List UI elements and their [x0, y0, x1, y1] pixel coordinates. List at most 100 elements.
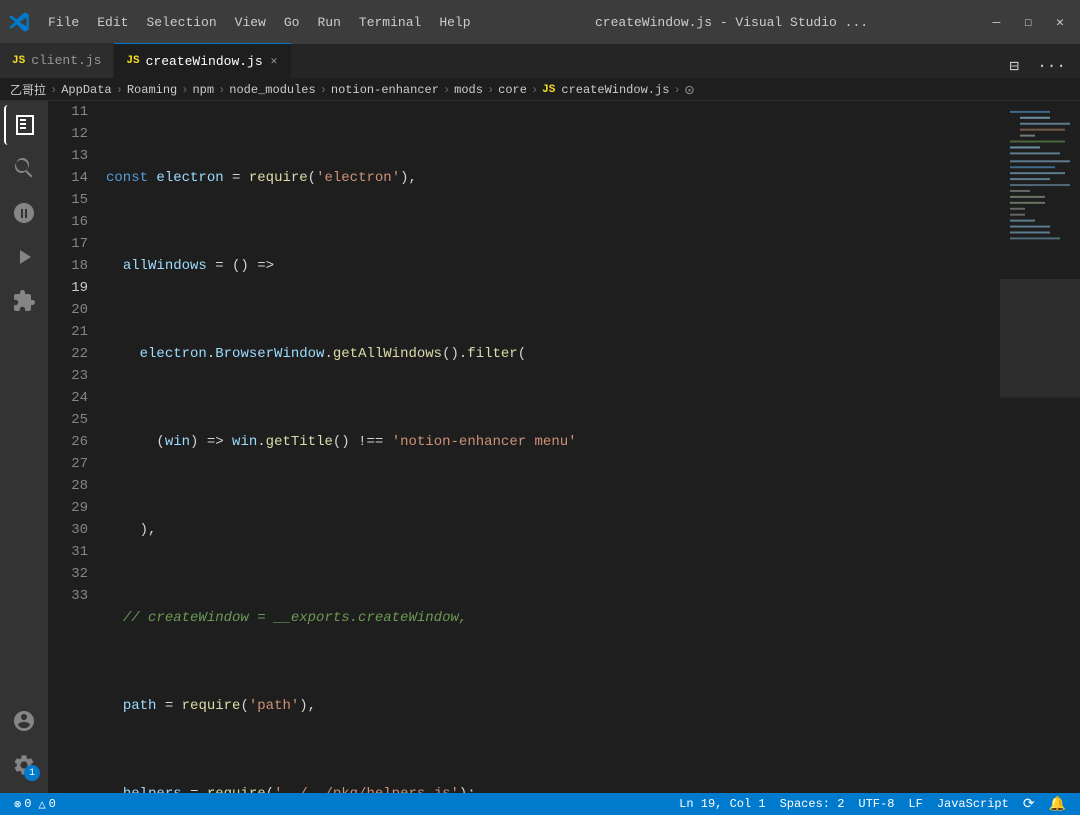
breadcrumb-sep-1: ›: [50, 83, 57, 97]
breadcrumb-sep-5: ›: [320, 83, 327, 97]
line-num-24: 24: [48, 387, 88, 409]
status-bar: ⊗ 0 △ 0 Ln 19, Col 1 Spaces: 2 UTF-8 LF …: [0, 793, 1080, 815]
activity-source-control[interactable]: [4, 193, 44, 233]
code-line-18: helpers = require('../../pkg/helpers.js'…: [106, 783, 1000, 793]
warning-triangle-icon: △: [38, 797, 45, 812]
main-content: 1 11 12 13 14 15 16 17 18 19 20 21: [0, 101, 1080, 793]
breadcrumb-end-icon: ⊙: [685, 80, 695, 100]
tab-close-button[interactable]: ✕: [269, 53, 280, 69]
tab-actions: ⊟ ···: [1004, 54, 1080, 78]
split-editor-button[interactable]: ⊟: [1004, 54, 1026, 78]
breadcrumb-filename[interactable]: createWindow.js: [561, 83, 669, 97]
activity-explorer[interactable]: [4, 105, 44, 145]
line-num-25: 25: [48, 409, 88, 431]
status-bell-icon[interactable]: 🔔: [1043, 796, 1072, 813]
status-encoding[interactable]: UTF-8: [852, 797, 900, 811]
code-line-14: (win) => win.getTitle() !== 'notion-enha…: [106, 431, 1000, 453]
error-circle-icon: ⊗: [14, 797, 21, 812]
breadcrumb-root[interactable]: 乙哥拉: [10, 81, 46, 98]
status-errors[interactable]: ⊗ 0 △ 0: [8, 797, 62, 812]
breadcrumb-node-modules[interactable]: node_modules: [229, 83, 315, 97]
code-line-12: allWindows = () =>: [106, 255, 1000, 277]
menu-view[interactable]: View: [227, 11, 274, 34]
source-control-icon: [12, 201, 36, 225]
code-line-17: path = require('path'),: [106, 695, 1000, 717]
line-num-33: 33: [48, 585, 88, 607]
line-num-14: 14: [48, 167, 88, 189]
settings-badge: 1: [24, 765, 40, 781]
tab-client-label: client.js: [31, 53, 101, 68]
tab-bar: JS client.js JS createWindow.js ✕ ⊟ ···: [0, 44, 1080, 79]
breadcrumb-core[interactable]: core: [498, 83, 527, 97]
breadcrumb-js-icon: JS: [542, 84, 555, 96]
code-line-16: // createWindow = __exports.createWindow…: [106, 607, 1000, 629]
status-spaces[interactable]: Spaces: 2: [774, 797, 851, 811]
line-num-28: 28: [48, 475, 88, 497]
menu-selection[interactable]: Selection: [138, 11, 224, 34]
tab-createwindow-js[interactable]: JS createWindow.js ✕: [114, 43, 292, 78]
breadcrumb-mods[interactable]: mods: [454, 83, 483, 97]
code-line-15: ),: [106, 519, 1000, 541]
line-num-26: 26: [48, 431, 88, 453]
code-scroll[interactable]: 11 12 13 14 15 16 17 18 19 20 21 22 23 2…: [48, 101, 1000, 793]
warning-count: 0: [49, 797, 56, 811]
breadcrumb-sep-9: ›: [673, 83, 680, 97]
status-line-ending[interactable]: LF: [902, 797, 928, 811]
code-line-13: electron.BrowserWindow.getAllWindows().f…: [106, 343, 1000, 365]
line-num-18: 18: [48, 255, 88, 277]
line-numbers: 11 12 13 14 15 16 17 18 19 20 21 22 23 2…: [48, 101, 98, 793]
breadcrumb-npm[interactable]: npm: [192, 83, 214, 97]
breadcrumb-sep-8: ›: [531, 83, 538, 97]
breadcrumb-sep-3: ›: [181, 83, 188, 97]
line-num-19: 19: [48, 277, 88, 299]
line-num-31: 31: [48, 541, 88, 563]
activity-extensions[interactable]: [4, 281, 44, 321]
code-editor[interactable]: const electron = require('electron'), al…: [98, 101, 1000, 793]
minimize-button[interactable]: —: [985, 11, 1009, 34]
minimap: [1000, 101, 1080, 793]
menu-edit[interactable]: Edit: [89, 11, 136, 34]
run-debug-icon: [12, 245, 36, 269]
menu-file[interactable]: File: [40, 11, 87, 34]
minimap-canvas: [1000, 101, 1080, 793]
tab-client-js[interactable]: JS client.js: [0, 43, 114, 78]
menu-go[interactable]: Go: [276, 11, 308, 34]
more-actions-button[interactable]: ···: [1031, 55, 1072, 77]
menu-run[interactable]: Run: [309, 11, 348, 34]
activity-run-debug[interactable]: [4, 237, 44, 277]
breadcrumb: 乙哥拉 › AppData › Roaming › npm › node_mod…: [0, 79, 1080, 101]
activity-bar: 1: [0, 101, 48, 793]
breadcrumb-notion-enhancer[interactable]: notion-enhancer: [331, 83, 439, 97]
line-num-21: 21: [48, 321, 88, 343]
line-num-15: 15: [48, 189, 88, 211]
status-sync-icon[interactable]: ⟳: [1017, 796, 1041, 813]
close-button[interactable]: ✕: [1048, 11, 1072, 34]
js-icon: JS: [12, 55, 25, 67]
breadcrumb-roaming[interactable]: Roaming: [127, 83, 177, 97]
activity-search[interactable]: [4, 149, 44, 189]
activity-bar-bottom: 1: [4, 701, 44, 793]
status-language[interactable]: JavaScript: [931, 797, 1015, 811]
line-num-13: 13: [48, 145, 88, 167]
window-controls: — ☐ ✕: [985, 11, 1072, 34]
search-icon: [12, 157, 36, 181]
activity-account[interactable]: [4, 701, 44, 741]
status-left: ⊗ 0 △ 0: [8, 797, 62, 812]
explorer-icon: [13, 113, 37, 137]
menu-help[interactable]: Help: [431, 11, 478, 34]
breadcrumb-sep-4: ›: [218, 83, 225, 97]
activity-settings[interactable]: 1: [4, 745, 44, 785]
breadcrumb-appdata[interactable]: AppData: [61, 83, 111, 97]
line-num-30: 30: [48, 519, 88, 541]
status-position[interactable]: Ln 19, Col 1: [673, 797, 771, 811]
account-icon: [12, 709, 36, 733]
line-num-20: 20: [48, 299, 88, 321]
menu-bar: File Edit Selection View Go Run Terminal…: [40, 11, 479, 34]
status-right: Ln 19, Col 1 Spaces: 2 UTF-8 LF JavaScri…: [673, 796, 1072, 813]
line-num-32: 32: [48, 563, 88, 585]
window-title: createWindow.js - Visual Studio ...: [489, 15, 975, 30]
line-num-23: 23: [48, 365, 88, 387]
menu-terminal[interactable]: Terminal: [351, 11, 429, 34]
maximize-button[interactable]: ☐: [1016, 11, 1040, 34]
editor-area: 11 12 13 14 15 16 17 18 19 20 21 22 23 2…: [48, 101, 1080, 793]
